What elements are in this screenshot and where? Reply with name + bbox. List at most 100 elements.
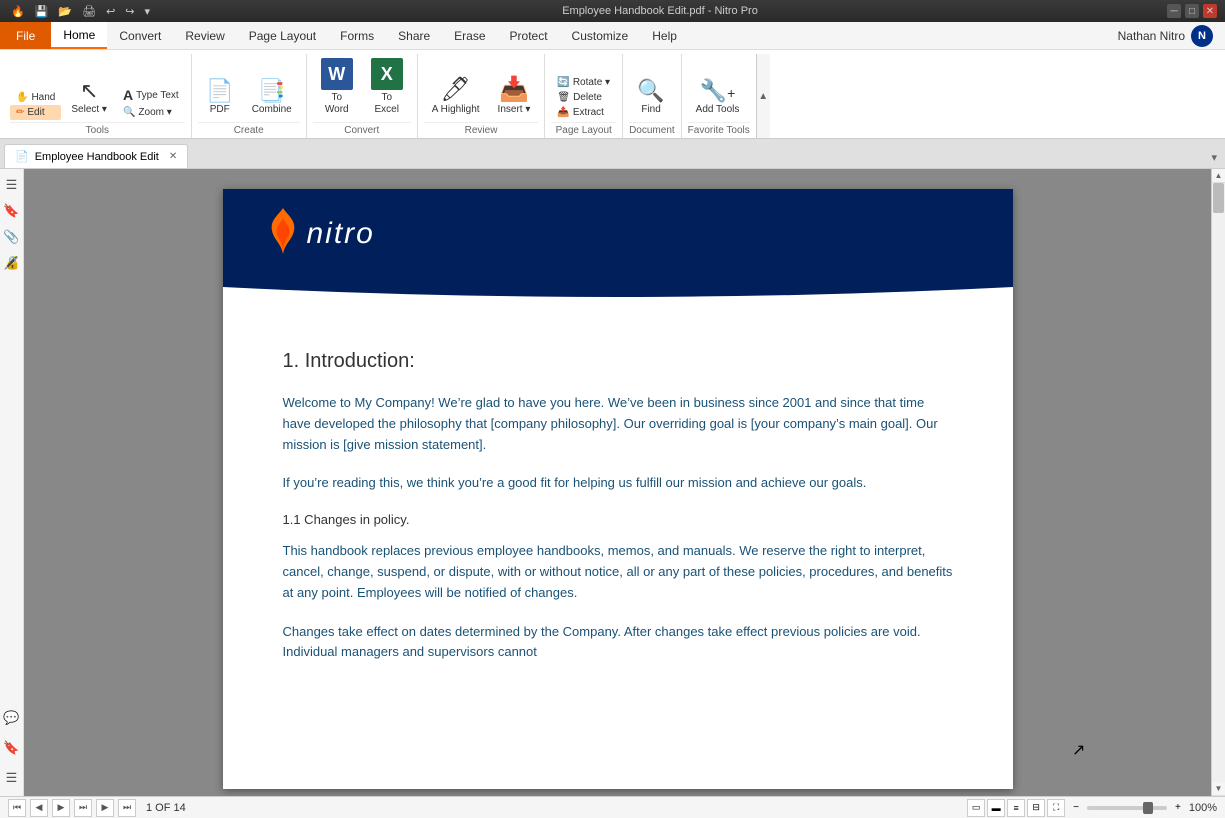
combine-label: Combine [252, 104, 292, 116]
view-double-btn[interactable]: ▬ [987, 799, 1005, 817]
customize-quick-btn[interactable]: ▾ [142, 5, 154, 18]
tab-close-button[interactable]: ✕ [169, 151, 177, 162]
nav-prev-button[interactable]: ◀ [30, 799, 48, 817]
view-spread-btn[interactable]: ⊟ [1027, 799, 1045, 817]
menu-review[interactable]: Review [173, 22, 236, 49]
menu-help[interactable]: Help [640, 22, 689, 49]
sidebar-stamps-icon[interactable]: 🔖 [2, 738, 22, 758]
new-tab-button[interactable]: ▾ [1207, 147, 1221, 168]
title-bar: 🔥 💾 📂 🖨 ↩ ↪ ▾ Employee Handbook Edit.pdf… [0, 0, 1225, 22]
sidebar-comments-icon[interactable]: 💬 [2, 708, 22, 728]
user-section: Nathan Nitro N [1106, 22, 1225, 49]
convert-group-label: Convert [313, 122, 411, 136]
to-word-label: ToWord [325, 92, 349, 116]
pagelayout-items: 🔄 Rotate ▾ 🗑 Delete 📤 Extract [551, 54, 616, 120]
redo-quick-btn[interactable]: ↪ [122, 5, 137, 18]
print-quick-btn[interactable]: 🖨 [79, 5, 99, 18]
nav-play-button[interactable]: ▶ [52, 799, 70, 817]
to-excel-button[interactable]: X ToExcel [363, 54, 411, 120]
scroll-thumb[interactable] [1213, 183, 1224, 213]
user-avatar[interactable]: N [1191, 25, 1213, 47]
menu-home[interactable]: Home [51, 22, 107, 49]
combine-button[interactable]: 📑 Combine [244, 76, 300, 120]
type-text-button[interactable]: A Type Text [117, 85, 185, 105]
hand-button[interactable]: ✋ Hand [10, 90, 61, 105]
select-icon: ↖ [80, 80, 98, 102]
pdf-paragraph4: Changes take effect on dates determined … [283, 622, 953, 664]
sidebar-layers-icon[interactable]: ☰ [2, 768, 22, 788]
zoom-controls: ▭ ▬ ≡ ⊟ ⛶ − + 100% [967, 799, 1217, 817]
rotate-icon: 🔄 [557, 77, 569, 88]
ribbon: ✋ Hand ✏ Edit ↖ Select ▾ A Type Text [0, 50, 1225, 139]
content-area: nitro 1. Introduction: Welcome to My Com… [24, 169, 1211, 796]
menu-bar: File Home Convert Review Page Layout For… [0, 22, 1225, 50]
excel-icon: X [371, 58, 403, 90]
zoom-label: Zoom ▾ [138, 107, 171, 118]
minimize-button[interactable]: ─ [1167, 4, 1181, 18]
ribbon-groups: ✋ Hand ✏ Edit ↖ Select ▾ A Type Text [0, 54, 1225, 138]
find-icon: 🔍 [637, 80, 664, 102]
menu-page-layout[interactable]: Page Layout [237, 22, 328, 49]
sidebar-attachments-icon[interactable]: 📎 [2, 227, 22, 247]
nav-next-frame-button[interactable]: ⏭ [74, 799, 92, 817]
ribbon-collapse-btn[interactable]: ▲ [756, 54, 770, 138]
main-area: ☰ 🔖 📎 🔏 💬 🔖 ☰ nitro [0, 169, 1225, 796]
scroll-track[interactable] [1212, 183, 1225, 782]
pdf-heading: 1. Introduction: [283, 350, 953, 373]
undo-quick-btn[interactable]: ↩ [103, 5, 118, 18]
add-tools-button[interactable]: 🔧+ Add Tools [688, 76, 748, 120]
save-quick-btn[interactable]: 💾 [32, 5, 52, 18]
menu-forms[interactable]: Forms [328, 22, 386, 49]
find-button[interactable]: 🔍 Find [629, 76, 673, 120]
menu-protect[interactable]: Protect [498, 22, 560, 49]
open-quick-btn[interactable]: 📂 [55, 5, 75, 18]
scroll-down-arrow[interactable]: ▼ [1212, 782, 1225, 796]
ribbon-group-tools: ✋ Hand ✏ Edit ↖ Select ▾ A Type Text [4, 54, 192, 138]
nav-first-button[interactable]: ⏮ [8, 799, 26, 817]
sidebar-security-icon[interactable]: 🔏 [2, 253, 22, 273]
favorite-items: 🔧+ Add Tools [688, 54, 750, 120]
scroll-up-arrow[interactable]: ▲ [1212, 169, 1225, 183]
pdf-icon: 📄 [206, 80, 233, 102]
pagelayout-group-label: Page Layout [551, 122, 616, 136]
document-group-label: Document [629, 122, 675, 136]
pdf-content: 1. Introduction: Welcome to My Company! … [223, 310, 1013, 721]
hand-edit-col: ✋ Hand ✏ Edit [10, 90, 61, 120]
edit-label: Edit [27, 107, 44, 118]
view-fullscreen-btn[interactable]: ⛶ [1047, 799, 1065, 817]
highlight-label: A Highlight [432, 104, 480, 116]
zoom-button[interactable]: 🔍 Zoom ▾ [117, 105, 185, 120]
menu-convert[interactable]: Convert [107, 22, 173, 49]
menu-file[interactable]: File [0, 22, 51, 49]
select-button[interactable]: ↖ Select ▾ [63, 76, 115, 120]
menu-erase[interactable]: Erase [442, 22, 497, 49]
document-tab[interactable]: 📄 Employee Handbook Edit ✕ [4, 144, 188, 168]
sidebar-bookmarks-icon[interactable]: 🔖 [2, 201, 22, 221]
maximize-button[interactable]: □ [1185, 4, 1199, 18]
delete-button[interactable]: 🗑 Delete [551, 90, 616, 105]
insert-button[interactable]: 📥 Insert ▾ [490, 74, 539, 120]
zoom-plus-btn[interactable]: + [1171, 802, 1185, 813]
nav-last-button[interactable]: ⏭ [118, 799, 136, 817]
pdf-label: PDF [210, 104, 230, 116]
favorite-group-label: Favorite Tools [688, 122, 750, 136]
edit-button[interactable]: ✏ Edit [10, 105, 61, 120]
zoom-slider[interactable] [1087, 806, 1167, 810]
highlight-button[interactable]: 🖊 A Highlight [424, 74, 488, 120]
pdf-paragraph1: Welcome to My Company! We’re glad to hav… [283, 393, 953, 455]
view-scroll-btn[interactable]: ≡ [1007, 799, 1025, 817]
zoom-minus-btn[interactable]: − [1069, 802, 1083, 813]
to-word-button[interactable]: W ToWord [313, 54, 361, 120]
close-button[interactable]: ✕ [1203, 4, 1217, 18]
add-tools-icon: 🔧+ [700, 80, 736, 102]
rotate-button[interactable]: 🔄 Rotate ▾ [551, 75, 616, 90]
menu-customize[interactable]: Customize [560, 22, 641, 49]
menu-share[interactable]: Share [386, 22, 442, 49]
pdf-button[interactable]: 📄 PDF [198, 76, 242, 120]
tab-label: Employee Handbook Edit [35, 151, 159, 163]
extract-button[interactable]: 📤 Extract [551, 105, 616, 120]
window-controls: ─ □ ✕ [1167, 4, 1217, 18]
sidebar-thumbnails-icon[interactable]: ☰ [2, 175, 22, 195]
view-single-btn[interactable]: ▭ [967, 799, 985, 817]
nav-next-button[interactable]: ▶ [96, 799, 114, 817]
